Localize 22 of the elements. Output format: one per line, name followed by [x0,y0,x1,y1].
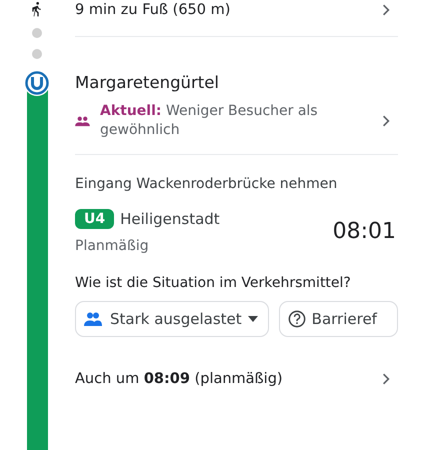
line-badge: U4 [75,209,114,229]
schedule-status: Planmäßig [75,238,150,254]
people-icon [84,312,104,326]
chevron-right-icon[interactable] [382,4,390,16]
people-icon [75,116,90,126]
dot-icon [32,49,42,59]
accessibility-chip[interactable]: Barrieref [278,301,398,337]
crowd-info: Aktuell: Weniger Besucher als gewöhnlich [100,102,319,140]
chevron-right-icon[interactable] [382,115,390,127]
dropdown-caret-icon [248,316,258,322]
crowding-question: Wie ist die Situation im Verkehrsmittel? [75,275,352,291]
chevron-right-icon[interactable] [382,373,390,385]
entrance-instruction: Eingang Wackenroderbrücke nehmen [75,176,338,192]
subway-logo-icon [23,69,51,97]
walk-duration: 9 min zu Fuß (650 m) [75,2,230,18]
departure-time: 08:01 [332,219,396,244]
dot-icon [32,28,42,38]
alternative-departure: Auch um 08:09 (planmäßig) [75,371,283,387]
destination: Heiligenstadt [120,210,220,228]
crowding-dropdown[interactable]: Stark ausgelastet [75,301,269,337]
station-name: Margaretengürtel [75,73,220,92]
help-icon [288,310,306,328]
